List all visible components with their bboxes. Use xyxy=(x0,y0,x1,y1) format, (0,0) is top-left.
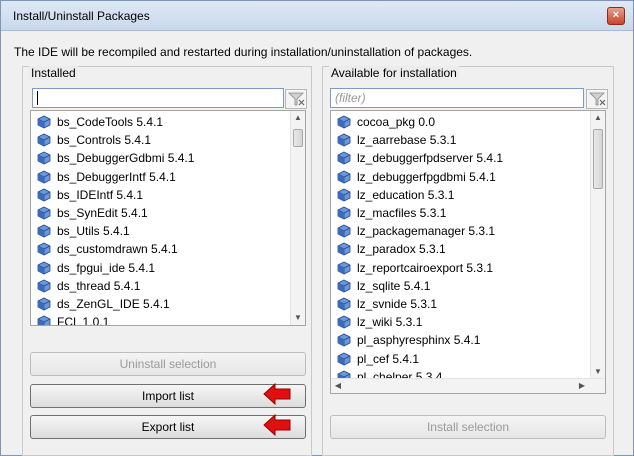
window-title: Install/Uninstall Packages xyxy=(13,9,150,23)
close-button[interactable]: × xyxy=(607,7,625,25)
package-name: lz_packagemanager 5.3.1 xyxy=(357,224,496,239)
package-icon xyxy=(337,333,351,347)
available-label: Available for installation xyxy=(329,66,459,80)
available-list-hscrollbar[interactable]: ◀ ▶ xyxy=(331,378,605,393)
scroll-down-icon[interactable]: ▼ xyxy=(293,313,303,323)
package-icon xyxy=(37,188,51,202)
package-icon xyxy=(37,279,51,293)
package-name: bs_DebuggerGdbmi 5.4.1 xyxy=(57,151,195,166)
package-icon xyxy=(337,242,351,256)
package-name: cocoa_pkg 0.0 xyxy=(357,115,436,129)
package-name: lz_sqlite 5.4.1 xyxy=(357,278,431,293)
package-icon xyxy=(337,170,351,184)
scroll-right-icon[interactable]: ▶ xyxy=(577,381,587,391)
clear-filter-icon[interactable] xyxy=(586,89,608,109)
package-name: lz_debuggerfpdserver 5.4.1 xyxy=(357,151,504,166)
package-icon xyxy=(37,115,51,129)
installed-filter-input[interactable] xyxy=(32,88,284,108)
red-arrow-icon xyxy=(263,383,291,405)
clear-filter-icon[interactable] xyxy=(285,89,307,109)
package-name: lz_wiki 5.3.1 xyxy=(357,315,423,330)
package-icon xyxy=(337,352,351,366)
scroll-thumb[interactable] xyxy=(293,129,303,147)
package-icon xyxy=(37,242,51,256)
available-filter-input[interactable]: (filter) xyxy=(330,88,584,108)
scroll-thumb[interactable] xyxy=(593,129,603,189)
package-icon xyxy=(337,206,351,220)
package-icon xyxy=(337,261,351,275)
package-icon xyxy=(337,115,351,129)
package-name: ds_thread 5.4.1 xyxy=(57,278,141,293)
package-icon xyxy=(37,297,51,311)
scroll-up-icon[interactable]: ▲ xyxy=(293,113,303,123)
package-icon xyxy=(37,206,51,220)
package-name: ds_fpgui_ide 5.4.1 xyxy=(57,260,156,275)
red-arrow-icon xyxy=(263,414,291,436)
scroll-down-icon[interactable]: ▼ xyxy=(593,367,603,377)
available-list-scrollbar[interactable]: ▲ ▼ xyxy=(590,111,605,379)
scroll-up-icon[interactable]: ▲ xyxy=(593,113,603,123)
package-icon xyxy=(337,297,351,311)
installed-label: Installed xyxy=(29,66,78,80)
installed-list-scrollbar[interactable]: ▲ ▼ xyxy=(290,111,305,325)
package-name: lz_education 5.3.1 xyxy=(357,187,455,202)
package-icon xyxy=(37,133,51,147)
package-icon xyxy=(37,315,51,325)
package-name: bs_Utils 5.4.1 xyxy=(57,224,130,239)
title-bar: Install/Uninstall Packages × xyxy=(1,1,633,31)
package-name: lz_aarrebase 5.3.1 xyxy=(357,133,457,148)
package-name: bs_DebuggerIntf 5.4.1 xyxy=(57,169,176,184)
package-icon xyxy=(337,279,351,293)
package-icon xyxy=(37,151,51,165)
package-icon xyxy=(37,224,51,238)
package-icon xyxy=(337,224,351,238)
uninstall-selection-button[interactable]: Uninstall selection xyxy=(30,352,306,376)
package-icon xyxy=(337,133,351,147)
package-name: bs_IDEIntf 5.4.1 xyxy=(57,187,144,202)
package-name: lz_svnide 5.3.1 xyxy=(357,297,438,311)
package-name: lz_paradox 5.3.1 xyxy=(357,242,446,257)
package-name: ds_customdrawn 5.4.1 xyxy=(57,242,178,257)
package-icon xyxy=(37,170,51,184)
text-caret xyxy=(37,91,38,105)
installed-package-list[interactable]: bs_CodeTools 5.4.1 bs_Controls 5.4.1 bs_De… xyxy=(30,110,306,326)
package-name: ds_ZenGL_IDE 5.4.1 xyxy=(57,297,170,311)
package-name: bs_CodeTools 5.4.1 xyxy=(57,115,164,129)
package-icon xyxy=(37,261,51,275)
package-name: pl_cef 5.4.1 xyxy=(357,351,420,366)
package-name: lz_reportcairoexport 5.3.1 xyxy=(357,260,494,275)
install-selection-button[interactable]: Install selection xyxy=(330,415,606,439)
package-name: lz_macfiles 5.3.1 xyxy=(357,206,447,220)
package-name: bs_Controls 5.4.1 xyxy=(57,133,152,148)
package-name: FCL 1.0.1 xyxy=(57,315,110,326)
package-icon xyxy=(337,315,351,329)
package-name: pl_asphyresphinx 5.4.1 xyxy=(357,333,481,348)
recompile-notice: The IDE will be recompiled and restarted… xyxy=(14,45,473,59)
package-name: bs_SynEdit 5.4.1 xyxy=(57,206,148,220)
package-name: lz_debuggerfpgdbmi 5.4.1 xyxy=(357,169,496,184)
package-icon xyxy=(337,151,351,165)
available-package-list[interactable]: cocoa_pkg 0.0 lz_aarrebase 5.3.1 lz_debugg… xyxy=(330,110,606,394)
scroll-left-icon[interactable]: ◀ xyxy=(333,381,343,391)
package-icon xyxy=(337,188,351,202)
